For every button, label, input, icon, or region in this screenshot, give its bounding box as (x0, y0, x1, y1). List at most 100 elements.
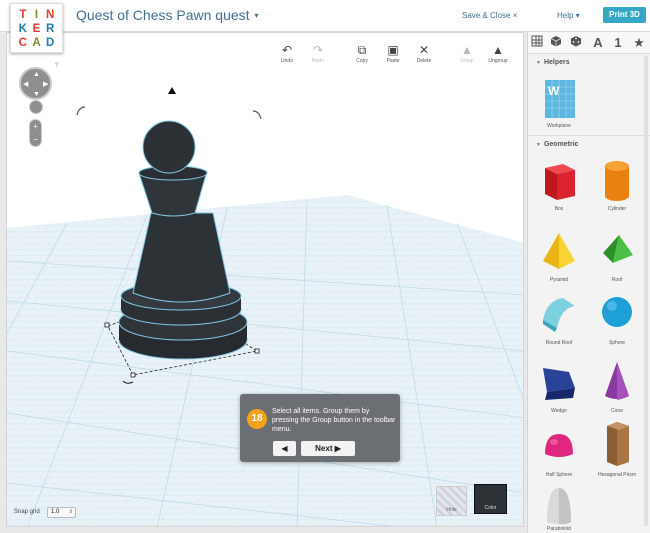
next-step-button[interactable]: Next ▶ (301, 441, 355, 456)
shape-workplane[interactable]: W Workplane (534, 77, 584, 130)
svg-text:W: W (548, 84, 560, 98)
copy-icon: ⧉ (357, 43, 367, 57)
shape-half-sphere[interactable]: Half Sphere (534, 422, 584, 479)
color-button[interactable]: Color (474, 484, 507, 514)
logo-letter: C (18, 37, 27, 49)
paste-button[interactable]: ▣ Paste (377, 44, 409, 64)
paste-icon: ▣ (387, 43, 399, 57)
shape-label: Cylinder (607, 206, 627, 212)
geometric-title: Geometric (543, 141, 579, 148)
rotate-arrow (76, 106, 86, 116)
orbit-left-icon[interactable]: ◀ (23, 81, 28, 88)
shape-pyramid[interactable]: Pyramid (534, 227, 584, 284)
shape-cylinder[interactable]: Cylinder (592, 156, 642, 213)
copy-button[interactable]: ⧉ Copy (346, 44, 378, 64)
rotate-arrow (252, 110, 262, 120)
shape-round-roof[interactable]: Round Roof (534, 290, 584, 347)
panel-tabs: A 1 ★ (528, 32, 650, 54)
half-sphere-shape-icon (545, 434, 573, 457)
shape-box[interactable]: Box (534, 156, 584, 213)
step-badge: 18 (247, 409, 267, 429)
redo-button[interactable]: ↷ Redo (302, 44, 334, 64)
orbit-right-icon[interactable]: ▶ (43, 81, 48, 88)
cone-shape-icon (605, 362, 629, 400)
grid-icon[interactable] (529, 35, 545, 51)
logo-letter: A (32, 37, 41, 49)
group-label: Group (460, 58, 474, 64)
copy-label: Copy (356, 58, 368, 64)
chevron-updown-icon: ⇕ (68, 509, 73, 515)
help-menu[interactable]: Help ▾ (557, 11, 580, 20)
orbit-down-icon[interactable]: ▼ (33, 91, 40, 98)
wedge-shape-icon (543, 368, 575, 400)
shape-cone[interactable]: Cone (592, 358, 642, 415)
hex-prism-shape-icon (607, 422, 629, 466)
cylinder-shape-icon (605, 161, 629, 201)
shape-label: Round Roof (545, 340, 573, 346)
pyramid-shape-icon (543, 233, 575, 269)
round-roof-shape-icon (543, 298, 575, 332)
shape-label: Hexagonal Prism (597, 472, 637, 478)
hole-label: Hole (446, 507, 457, 513)
helpers-header[interactable]: ▼ Helpers (536, 59, 570, 66)
ungroup-icon: ▲ (492, 43, 504, 57)
box-shape-icon (545, 164, 575, 200)
redo-icon: ↷ (312, 43, 324, 57)
group-button[interactable]: ▲ Group (451, 44, 483, 64)
collapse-triangle-icon: ▼ (536, 60, 541, 66)
dice-icon[interactable] (568, 35, 584, 51)
snap-grid-select[interactable]: 1.0 ⇕ (47, 507, 76, 518)
box-icon[interactable] (548, 35, 564, 51)
undo-icon: ↶ (281, 43, 293, 57)
shape-roof[interactable]: Roof (592, 227, 642, 284)
roof-shape-icon (603, 235, 633, 263)
shape-label: Wedge (551, 408, 567, 414)
logo-letter: K (18, 23, 27, 35)
shape-label: Roof (611, 277, 623, 283)
delete-button[interactable]: ✕ Delete (408, 44, 440, 64)
orbit-control[interactable]: ▲ ▼ ◀ ▶ (19, 67, 52, 100)
save-close-link[interactable]: Save & Close × (462, 11, 517, 20)
shape-label: Half Sphere (545, 472, 573, 478)
star-icon[interactable]: ★ (631, 35, 647, 51)
shape-label: Workplane (547, 123, 571, 129)
shape-sphere[interactable]: Sphere (592, 290, 642, 347)
delete-label: Delete (416, 58, 432, 64)
collapse-triangle-icon: ▼ (536, 142, 541, 148)
print-3d-button[interactable]: Print 3D (603, 7, 646, 23)
shape-paraboloid[interactable]: Paraboloid (534, 484, 584, 533)
previous-step-button[interactable]: ◀ (273, 441, 296, 456)
undo-label: Undo (281, 58, 293, 64)
title-dropdown-icon: ▾ (254, 11, 259, 20)
shape-label: Box (554, 206, 564, 212)
panel-scrollbar[interactable] (644, 56, 648, 526)
redo-label: Redo (312, 58, 324, 64)
paraboloid-shape-icon (547, 488, 571, 525)
logo-letter: D (46, 37, 55, 49)
geometric-header[interactable]: ▼ Geometric (536, 141, 579, 148)
orbit-up-icon[interactable]: ▲ (33, 71, 40, 78)
zoom-control[interactable]: + − (29, 119, 42, 147)
quest-tooltip: 18 Select all items. Group them by press… (240, 394, 400, 462)
shape-label: Sphere (608, 340, 626, 346)
ungroup-button[interactable]: ▲ Ungroup (482, 44, 514, 64)
logo-letter: R (46, 23, 55, 35)
helpers-title: Helpers (543, 59, 570, 66)
document-title[interactable]: Quest of Chess Pawn quest ▾ (76, 7, 259, 23)
home-view-icon[interactable] (29, 100, 43, 114)
number-shapes-tab[interactable]: 1 (610, 35, 626, 51)
shape-label: Paraboloid (547, 526, 571, 532)
undo-button[interactable]: ↶ Undo (271, 44, 303, 64)
color-label: Color (484, 505, 497, 511)
zoom-out-icon[interactable]: − (30, 133, 41, 146)
shape-wedge[interactable]: Wedge (534, 358, 584, 415)
resize-handle (104, 322, 110, 328)
tinkercad-logo[interactable]: T I N K E R C A D (10, 3, 63, 53)
logo-letter: E (32, 23, 41, 35)
ungroup-label: Ungroup (488, 58, 508, 64)
hole-button[interactable]: Hole (436, 486, 467, 516)
text-shapes-tab[interactable]: A (590, 35, 606, 51)
zoom-in-icon[interactable]: + (30, 120, 41, 133)
shape-hexagonal-prism[interactable]: Hexagonal Prism (592, 418, 642, 479)
nav-help-icon[interactable]: ? (55, 63, 58, 69)
